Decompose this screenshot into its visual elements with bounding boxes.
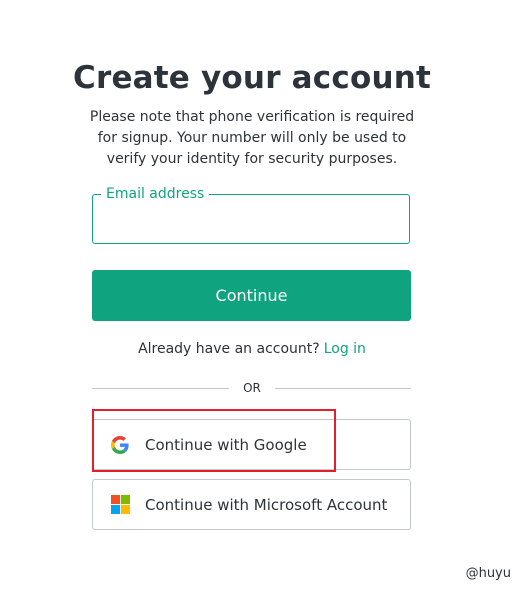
watermark: @huyu [465,566,511,581]
microsoft-button-label: Continue with Microsoft Account [145,495,388,514]
continue-button[interactable]: Continue [92,270,411,321]
login-prompt-text: Already have an account? [138,341,320,357]
email-field-wrapper[interactable]: Email address [92,184,410,244]
login-link[interactable]: Log in [324,341,366,357]
divider-left [92,388,229,389]
page-title: Create your account [73,60,431,96]
continue-with-google-button[interactable]: Continue with Google [92,419,411,470]
divider-or-text: OR [243,381,261,395]
google-button-label: Continue with Google [145,435,307,454]
divider-right [275,388,411,389]
microsoft-icon [110,495,130,515]
login-prompt: Already have an account? Log in [0,339,504,359]
page-subtitle: Please note that phone verification is r… [89,109,415,167]
email-field[interactable] [94,196,408,242]
continue-with-microsoft-button[interactable]: Continue with Microsoft Account [92,479,411,530]
google-icon [110,435,130,455]
